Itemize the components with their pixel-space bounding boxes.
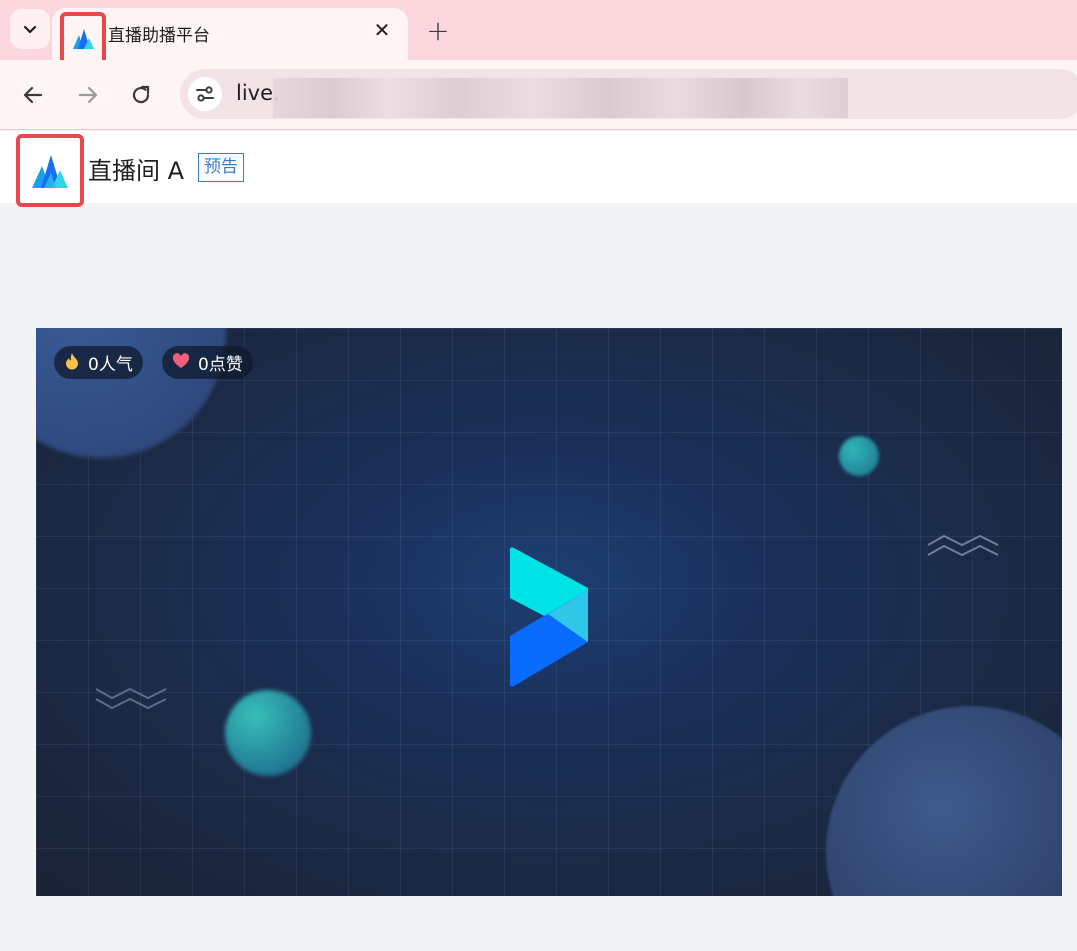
page-header: 直播间 A 预告 (0, 131, 1077, 207)
popularity-text: 0人气 (88, 355, 133, 375)
fire-icon (64, 352, 80, 374)
decor-orb (839, 436, 879, 476)
tab-bar: 直播助播平台 ✕ + (0, 0, 1077, 66)
heart-icon (172, 352, 190, 373)
app-logo-icon (16, 134, 84, 207)
site-settings-button[interactable] (188, 77, 222, 111)
likes-text: 0点赞 (198, 355, 243, 375)
likes-counter: 0点赞 (162, 346, 253, 379)
plus-icon: + (426, 13, 450, 47)
browser-toolbar: live. (0, 60, 1077, 130)
play-logo-icon[interactable] (508, 546, 590, 688)
decor-orb (225, 690, 311, 776)
browser-tab[interactable]: 直播助播平台 ✕ (52, 8, 408, 66)
status-badge: 预告 (198, 153, 244, 182)
new-tab-button[interactable]: + (420, 12, 456, 48)
site-settings-icon (196, 86, 214, 102)
url-redacted (273, 78, 848, 118)
back-button[interactable] (15, 77, 51, 113)
tab-title: 直播助播平台 (108, 26, 210, 46)
reload-icon (132, 85, 150, 104)
reload-button[interactable] (123, 77, 159, 113)
chevron-down-icon (23, 25, 37, 34)
back-arrow-icon (23, 86, 43, 104)
zigzag-decoration (927, 534, 999, 557)
room-title: 直播间 A (88, 157, 185, 185)
address-bar[interactable]: live. (180, 69, 1077, 119)
forward-arrow-icon (78, 86, 98, 104)
tab-favicon-app-logo-icon (60, 12, 106, 66)
popularity-counter: 0人气 (54, 346, 143, 379)
forward-button[interactable] (70, 77, 106, 113)
tab-list-button[interactable] (10, 9, 50, 49)
zigzag-decoration (95, 687, 167, 710)
close-icon[interactable]: ✕ (370, 18, 394, 42)
live-player[interactable]: 0人气 0点赞 (36, 328, 1062, 896)
